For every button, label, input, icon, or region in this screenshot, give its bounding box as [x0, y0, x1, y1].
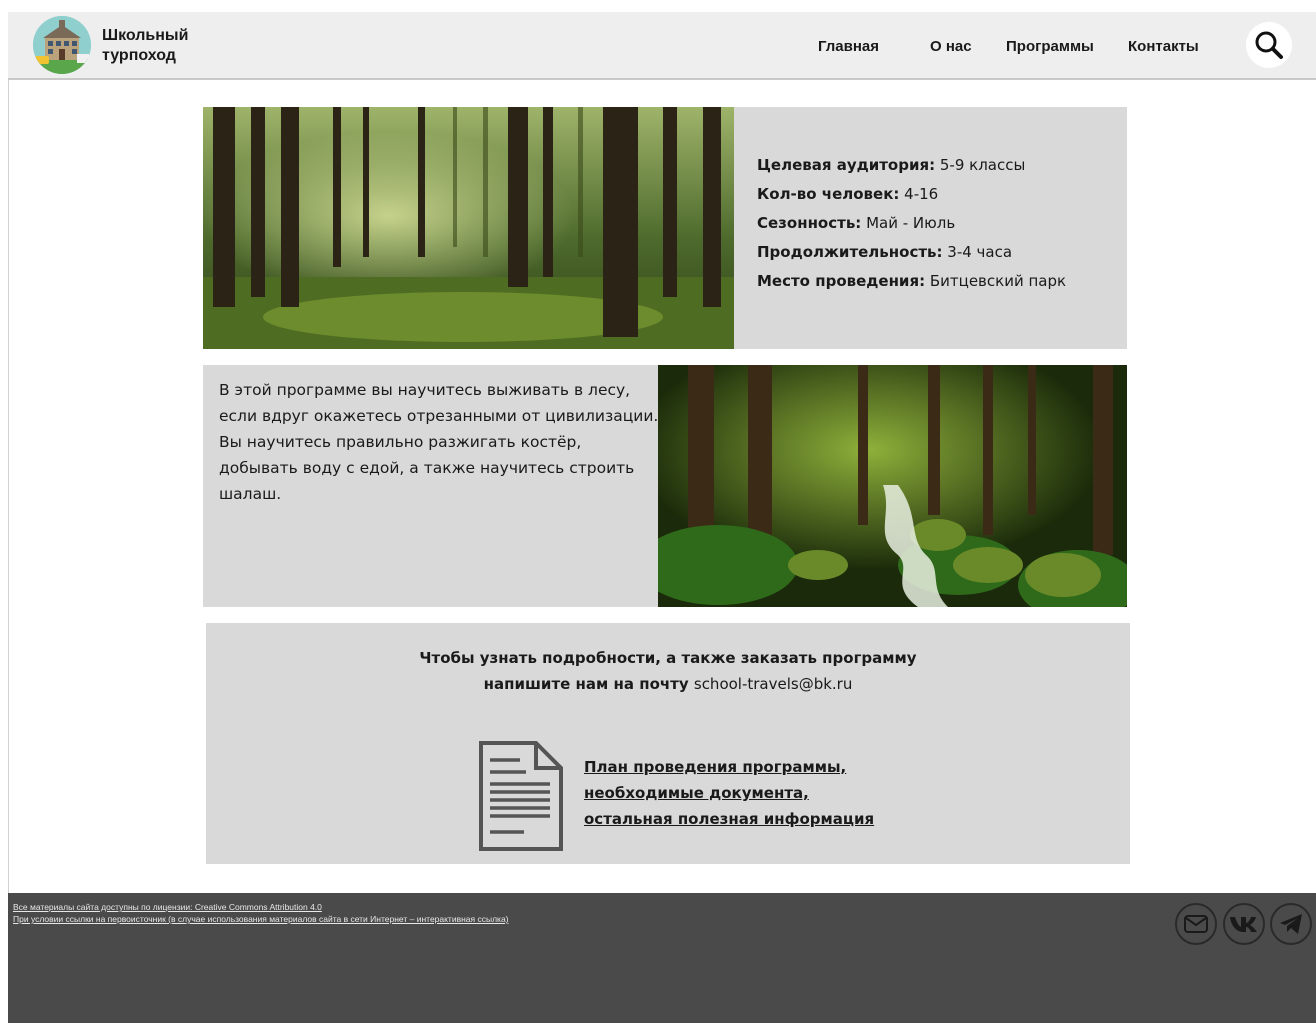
mail-icon	[1184, 915, 1208, 933]
info-audience: Целевая аудитория: 5-9 классы	[757, 151, 1066, 180]
link-useful-info[interactable]: остальная полезная информация	[584, 806, 874, 832]
contact-line-2: напишите нам на почту school-travels@bk.…	[206, 671, 1130, 697]
vk-icon	[1230, 917, 1257, 932]
description-line: В этой программе вы научитесь выживать в…	[219, 381, 631, 399]
info-value: 4-16	[899, 185, 939, 203]
program-description: В этой программе вы научитесь выживать в…	[219, 377, 659, 507]
site-header: Школьный турпоход Главная О нас Программ…	[8, 12, 1316, 80]
search-icon	[1255, 31, 1283, 59]
nav-about[interactable]: О нас	[930, 38, 972, 55]
info-label: Кол-во человек:	[757, 185, 900, 203]
info-label: Место проведения:	[757, 272, 926, 290]
brand-line-2: турпоход	[102, 47, 176, 64]
info-location: Место проведения: Битцевский парк	[757, 267, 1066, 296]
contact-email[interactable]: school-travels@bk.ru	[694, 675, 852, 693]
school-building-icon	[33, 16, 91, 74]
telegram-button[interactable]	[1270, 903, 1312, 945]
mail-button[interactable]	[1175, 903, 1217, 945]
nav-contacts[interactable]: Контакты	[1128, 38, 1199, 55]
vk-button[interactable]	[1223, 903, 1265, 945]
info-season: Сезонность: Май - Июль	[757, 209, 1066, 238]
link-program-plan[interactable]: План проведения программы,	[584, 754, 874, 780]
brand-line-1: Школьный	[102, 27, 189, 44]
document-icon[interactable]	[478, 740, 564, 856]
contact-message: Чтобы узнать подробности, а также заказа…	[206, 645, 1130, 697]
telegram-icon	[1280, 914, 1302, 934]
license-text: Все материалы сайта доступны по лицензии…	[13, 901, 509, 925]
description-line: добывать воду с едой, а также научитесь …	[219, 459, 635, 477]
program-info-list: Целевая аудитория: 5-9 классы Кол-во чел…	[757, 151, 1066, 296]
forest-photo-1	[203, 107, 734, 349]
brand-title: Школьный турпоход	[102, 26, 188, 66]
link-required-documents[interactable]: необходимые документа,	[584, 780, 874, 806]
license-line-2[interactable]: При условии ссылки на первоисточник (в с…	[13, 913, 509, 925]
info-label: Сезонность:	[757, 214, 862, 232]
description-line: Вы научитесь правильно разжигать костёр,	[219, 433, 582, 451]
info-label: Продолжительность:	[757, 243, 943, 261]
school-logo[interactable]	[33, 16, 91, 74]
site-footer: Все материалы сайта доступны по лицензии…	[8, 893, 1316, 1023]
info-value: 3-4 часа	[942, 243, 1013, 261]
license-line-1[interactable]: Все материалы сайта доступны по лицензии…	[13, 901, 509, 913]
search-button[interactable]	[1246, 22, 1292, 68]
description-line: шалаш.	[219, 485, 282, 503]
info-value: 5-9 классы	[935, 156, 1026, 174]
info-value: Битцевский парк	[925, 272, 1067, 290]
info-duration: Продолжительность: 3-4 часа	[757, 238, 1066, 267]
info-value: Май - Июль	[861, 214, 956, 232]
contact-line-1: Чтобы узнать подробности, а также заказа…	[419, 649, 917, 667]
info-label: Целевая аудитория:	[757, 156, 936, 174]
info-group-size: Кол-во человек: 4-16	[757, 180, 1066, 209]
document-links: План проведения программы, необходимые д…	[584, 754, 874, 832]
description-line: если вдруг окажетесь отрезанными от циви…	[219, 407, 659, 425]
forest-photo-2	[658, 365, 1127, 607]
contact-line-2-text: напишите нам на почту	[483, 675, 694, 693]
nav-home[interactable]: Главная	[818, 38, 879, 55]
nav-programs[interactable]: Программы	[1006, 38, 1094, 55]
